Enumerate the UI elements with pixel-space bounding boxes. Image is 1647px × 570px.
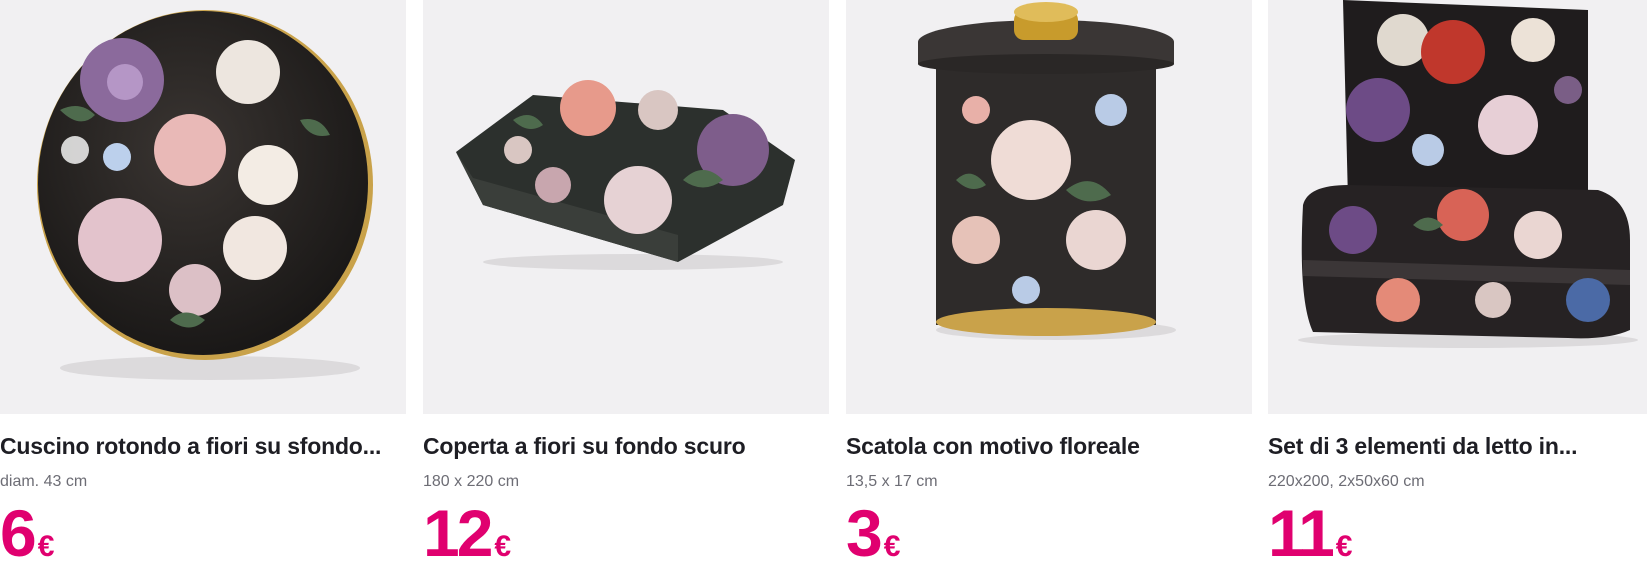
product-size: 13,5 x 17 cm (846, 473, 938, 490)
product-grid: Cuscino rotondo a fiori su sfondo... dia… (0, 0, 1647, 566)
price-amount: 3 (846, 496, 883, 570)
price-amount: 6 (0, 496, 37, 570)
price-currency: € (1335, 530, 1353, 563)
product-title[interactable]: Cuscino rotondo a fiori su sfondo... (0, 433, 406, 460)
folded-floral-blanket-icon[interactable] (423, 0, 829, 414)
product-title[interactable]: Scatola con motivo floreale (846, 433, 1252, 460)
product-card[interactable]: Set di 3 elementi da letto in... 220x200… (1268, 0, 1647, 566)
product-title[interactable]: Coperta a fiori su fondo scuro (423, 433, 829, 460)
product-size: 220x200, 2x50x60 cm (1268, 473, 1425, 490)
product-price: 11 € (1268, 500, 1352, 566)
product-price: 12 € (423, 500, 511, 566)
price-amount: 11 (1268, 496, 1335, 570)
product-price: 3 € (846, 500, 900, 566)
product-title[interactable]: Set di 3 elementi da letto in... (1268, 433, 1647, 460)
product-card[interactable]: Coperta a fiori su fondo scuro 180 x 220… (423, 0, 829, 566)
product-card[interactable]: Cuscino rotondo a fiori su sfondo... dia… (0, 0, 406, 566)
floral-tin-box-icon[interactable] (846, 0, 1252, 414)
floral-bedding-set-icon[interactable] (1268, 0, 1647, 414)
product-size: 180 x 220 cm (423, 473, 520, 490)
price-currency: € (494, 530, 512, 563)
product-card[interactable]: Scatola con motivo floreale 13,5 x 17 cm… (846, 0, 1252, 566)
round-floral-cushion-icon[interactable] (0, 0, 406, 414)
price-currency: € (883, 530, 901, 563)
product-size: diam. 43 cm (0, 473, 88, 490)
price-currency: € (37, 530, 55, 563)
product-price: 6 € (0, 500, 54, 566)
price-amount: 12 (423, 496, 493, 570)
